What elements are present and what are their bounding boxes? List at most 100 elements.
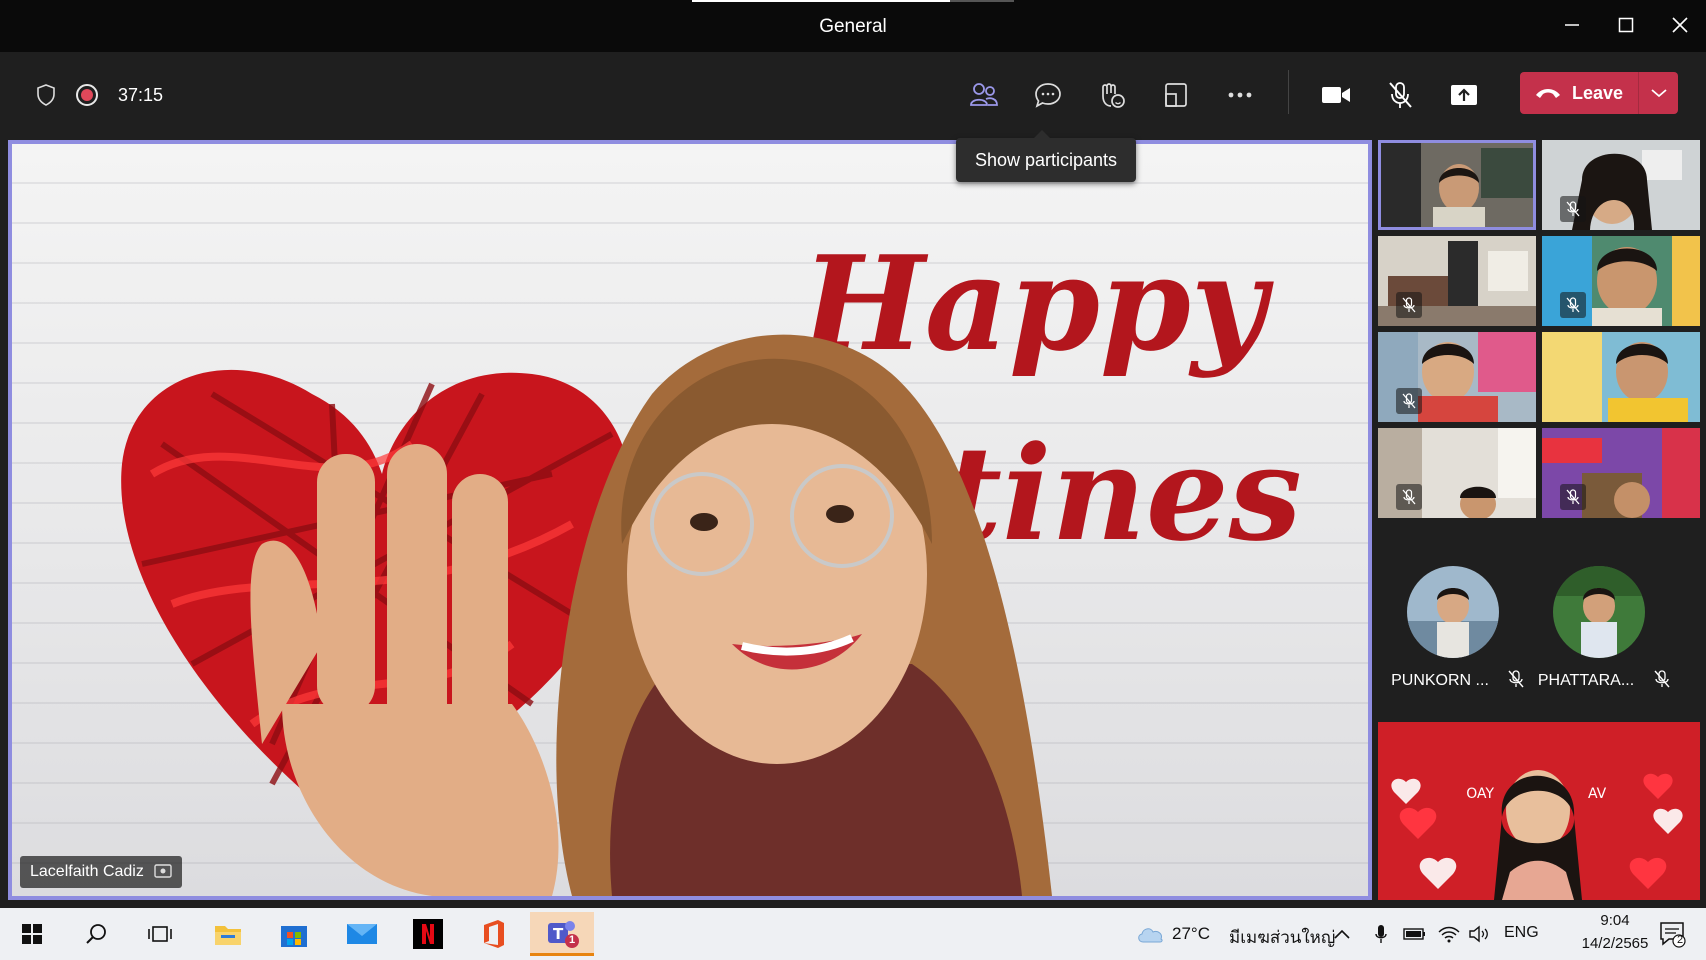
- toolbar-divider: [1288, 70, 1289, 114]
- participant-tile[interactable]: [1542, 428, 1700, 518]
- weather-temperature[interactable]: 27°C: [1172, 924, 1210, 944]
- show-hidden-icons-button[interactable]: [1328, 916, 1356, 952]
- camera-icon: [1322, 87, 1350, 103]
- teams-badge: 1: [569, 934, 576, 946]
- muted-indicator: [1396, 388, 1422, 414]
- close-icon: [1672, 17, 1688, 33]
- windows-taskbar: T 1 27°C มีเมฆส่วนใหญ่ ENG 9:04 14/2/256…: [0, 908, 1706, 960]
- mic-off-icon: [1402, 489, 1416, 505]
- participant-gallery: PUNKORN ... PHATTARA... YAO AV: [1378, 140, 1702, 900]
- chat-icon: [1035, 83, 1061, 108]
- mic-off-icon: [1566, 489, 1580, 505]
- minimize-icon: [1565, 24, 1579, 26]
- participant-tile-large[interactable]: YAO AV: [1378, 722, 1700, 900]
- raise-hand-emoji-icon: [1102, 83, 1125, 108]
- network-button[interactable]: [1434, 916, 1464, 952]
- title-bar: General: [0, 0, 1706, 52]
- clock-time[interactable]: 9:04: [1572, 912, 1658, 929]
- speaker-name: Lacelfaith Cadiz: [30, 863, 144, 880]
- avatar: [1553, 566, 1645, 658]
- more-icon: [1228, 92, 1252, 98]
- task-view-icon: [148, 926, 172, 942]
- leave-options-dropdown[interactable]: [1639, 72, 1678, 114]
- share-button[interactable]: [1442, 74, 1486, 116]
- window-title: General: [819, 16, 887, 37]
- mic-off-icon: [1566, 201, 1580, 217]
- microphone-tray-button[interactable]: [1368, 916, 1394, 952]
- more-actions-button[interactable]: [1218, 74, 1262, 116]
- mic-off-icon: [1508, 670, 1524, 688]
- start-button[interactable]: [10, 916, 54, 952]
- participant-tile[interactable]: [1542, 140, 1700, 230]
- input-language[interactable]: ENG: [1504, 924, 1539, 942]
- participant-tile[interactable]: [1378, 428, 1536, 518]
- search-button[interactable]: [74, 916, 118, 952]
- show-participants-tooltip: Show participants: [956, 130, 1136, 182]
- windows-logo-icon: [22, 924, 42, 944]
- netflix-icon: [413, 919, 443, 949]
- participant-name: PUNKORN ...: [1391, 672, 1489, 689]
- presenter-icon: [154, 864, 172, 878]
- chat-button[interactable]: [1026, 74, 1070, 116]
- leave-label: Leave: [1572, 82, 1624, 103]
- participant-tile[interactable]: [1378, 332, 1536, 422]
- office-button[interactable]: [472, 916, 516, 952]
- participant-tile[interactable]: [1542, 236, 1700, 326]
- backdrop-yao-text: YAO: [1466, 786, 1495, 802]
- netflix-button[interactable]: [406, 916, 450, 952]
- chevron-down-icon: [1650, 89, 1667, 98]
- meeting-timer: 37:15: [118, 84, 164, 105]
- participant-tile[interactable]: [1542, 332, 1700, 422]
- mail-icon: [347, 924, 377, 944]
- participants-button[interactable]: [962, 74, 1006, 116]
- participant-avatar-card[interactable]: PUNKORN ...: [1378, 552, 1528, 702]
- backdrop-av-text: AV: [1588, 786, 1607, 802]
- close-button[interactable]: [1658, 8, 1702, 42]
- meeting-toolbar: 37:15 Leave: [0, 52, 1706, 136]
- muted-indicator: [1396, 292, 1422, 318]
- speaker-icon: [1469, 925, 1488, 943]
- teams-icon: T: [548, 920, 579, 948]
- teams-taskbar-button[interactable]: T 1: [530, 912, 594, 956]
- store-icon: [281, 926, 307, 947]
- mic-off-icon: [1566, 297, 1580, 313]
- notifications-button[interactable]: 2: [1650, 916, 1694, 952]
- cloud-icon: [1138, 928, 1163, 943]
- task-view-button[interactable]: [138, 916, 182, 952]
- battery-button[interactable]: [1400, 916, 1430, 952]
- search-icon: [86, 924, 106, 944]
- battery-icon: [1403, 928, 1425, 940]
- breakout-rooms-icon: [1165, 83, 1187, 107]
- rooms-button[interactable]: [1154, 74, 1198, 116]
- main-video-stage[interactable]: Happy tines Lacelfaith Cadiz: [8, 140, 1372, 900]
- clock-date[interactable]: 14/2/2565: [1572, 935, 1658, 952]
- file-explorer-button[interactable]: [206, 916, 250, 952]
- microsoft-store-button[interactable]: [272, 916, 316, 952]
- shield-icon[interactable]: [36, 83, 56, 107]
- reactions-button[interactable]: [1090, 74, 1134, 116]
- volume-button[interactable]: [1464, 916, 1494, 952]
- mic-off-icon: [1654, 670, 1670, 688]
- mail-button[interactable]: [340, 916, 384, 952]
- minimize-button[interactable]: [1550, 8, 1594, 42]
- mic-button[interactable]: [1378, 74, 1422, 116]
- participant-tile[interactable]: [1378, 140, 1536, 230]
- mic-off-icon: [1389, 82, 1412, 108]
- camera-button[interactable]: [1314, 74, 1358, 116]
- folder-icon: [215, 926, 241, 945]
- speaker-video-image: Happy tines: [121, 227, 1302, 896]
- participant-tile[interactable]: [1378, 236, 1536, 326]
- weather-condition[interactable]: มีเมฆส่วนใหญ่: [1229, 924, 1335, 951]
- maximize-button[interactable]: [1604, 8, 1648, 42]
- avatar: [1407, 566, 1499, 658]
- muted-indicator: [1560, 292, 1586, 318]
- mic-off-icon: [1402, 297, 1416, 313]
- loading-progress-fill: [692, 0, 950, 2]
- muted-indicator: [1560, 196, 1586, 222]
- backdrop-happy-text: Happy: [798, 227, 1274, 380]
- leave-button[interactable]: Leave: [1520, 72, 1678, 114]
- leave-main[interactable]: Leave: [1520, 72, 1638, 114]
- weather-button[interactable]: [1128, 916, 1172, 952]
- loading-progress-bar: [692, 0, 1014, 2]
- participant-avatar-card[interactable]: PHATTARA...: [1524, 552, 1674, 702]
